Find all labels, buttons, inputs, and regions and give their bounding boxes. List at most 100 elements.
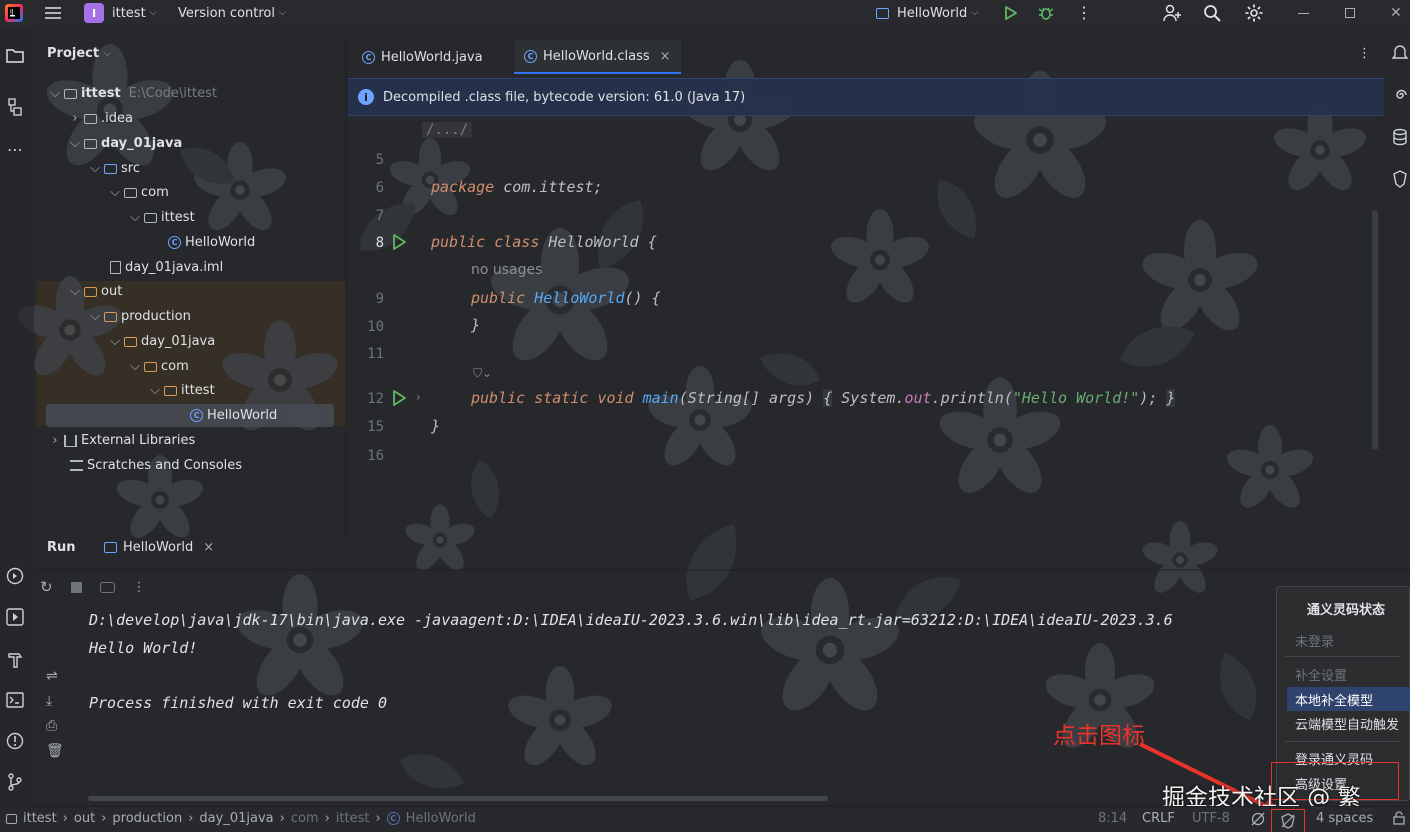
tree-node-label: ittest	[81, 86, 121, 101]
code-token: (String[] args)	[678, 389, 815, 407]
code-token: "Hello World!"	[1012, 389, 1140, 407]
breadcrumb-item[interactable]: production	[112, 811, 182, 826]
close-tab-icon[interactable]: ×	[660, 49, 671, 64]
code-token: }	[1166, 389, 1176, 407]
popup-item-local-model[interactable]: 本地补全模型	[1287, 687, 1410, 711]
tree-node-day01java-out[interactable]: ⌵ day_01java	[110, 330, 215, 353]
popup-item-cloud-trigger[interactable]: 云端模型自动触发	[1295, 714, 1399, 733]
notifications-button[interactable]	[1392, 44, 1408, 62]
print-icon[interactable]: ⎙	[46, 718, 64, 734]
run-tab-helloworld[interactable]: HelloWorld ×	[104, 540, 214, 555]
tree-node-helloworld-class-selected[interactable]: C HelloWorld	[46, 404, 334, 427]
tree-node-label: com	[141, 185, 169, 200]
maximize-icon	[1345, 8, 1355, 18]
more-vertical-icon[interactable]: ⋮	[133, 580, 146, 595]
fold-expand-icon[interactable]: ›	[416, 390, 421, 404]
java-class-icon: C	[524, 49, 537, 63]
tab-helloworld-class[interactable]: C HelloWorld.class ×	[514, 40, 681, 74]
scroll-to-end-icon[interactable]: ⤓	[46, 693, 64, 709]
tree-node-src[interactable]: ⌵ src	[90, 157, 140, 180]
run-button[interactable]	[1004, 4, 1018, 22]
close-window-button[interactable]: ✕	[1390, 4, 1402, 22]
console-h-scrollbar[interactable]	[88, 796, 828, 801]
tab-options-button[interactable]: ⋮	[1358, 46, 1371, 61]
breadcrumb-item[interactable]: day_01java	[199, 811, 273, 826]
stop-icon[interactable]	[70, 581, 82, 593]
code-token: public	[431, 233, 486, 251]
tree-node-ittest-package[interactable]: ⌵ ittest	[130, 206, 195, 229]
services-tool-button[interactable]	[4, 565, 26, 587]
code-token: static	[534, 389, 589, 407]
code-token: void	[597, 389, 634, 407]
close-tab-icon[interactable]: ×	[203, 540, 214, 555]
structure-tool-button[interactable]	[4, 96, 26, 118]
trash-icon[interactable]: 🗑	[46, 743, 64, 759]
tree-node-com-out[interactable]: ⌵ com	[130, 355, 189, 378]
tree-node-helloworld-source[interactable]: C HelloWorld	[168, 231, 255, 254]
run-panel-title[interactable]: Run	[47, 540, 76, 555]
run-tool-button[interactable]	[4, 606, 26, 628]
tree-node-scratches[interactable]: Scratches and Consoles	[70, 454, 242, 477]
main-menu-button[interactable]	[44, 4, 62, 22]
services-icon	[6, 567, 24, 585]
code-with-me-button[interactable]	[1162, 4, 1182, 22]
version-control-menu[interactable]: Version control ⌵	[178, 4, 286, 22]
tree-node-iml[interactable]: day_01java.iml	[110, 256, 223, 279]
caret-position[interactable]: 8:14	[1098, 811, 1127, 826]
folder-icon	[144, 362, 157, 372]
terminal-tool-button[interactable]	[4, 689, 26, 711]
folded-comment[interactable]: /.../	[422, 122, 473, 138]
tree-node-day01java-module[interactable]: ⌵ day_01java	[70, 132, 182, 155]
breadcrumb-item[interactable]: HelloWorld	[406, 811, 476, 826]
tab-label: HelloWorld.class	[543, 48, 650, 64]
lingma-inline-icon[interactable]: ⛉⌄	[473, 366, 492, 381]
tree-node-idea[interactable]: › .idea	[70, 107, 133, 130]
problems-tool-button[interactable]	[4, 730, 26, 752]
gutter-run-button[interactable]	[391, 233, 407, 251]
inlay-hint-usages[interactable]: no usages	[471, 262, 542, 278]
tab-helloworld-java[interactable]: C HelloWorld.java	[352, 40, 493, 74]
file-encoding[interactable]: UTF-8	[1192, 811, 1230, 826]
tree-node-out[interactable]: ⌵ out	[70, 280, 122, 303]
project-switcher[interactable]: I ittest ⌵	[84, 3, 157, 23]
breadcrumb-item[interactable]: ittest	[23, 811, 57, 826]
tree-node-ittest-out[interactable]: ⌵ ittest	[150, 379, 215, 402]
lock-icon[interactable]	[1392, 811, 1406, 825]
minimize-button[interactable]	[1298, 4, 1309, 22]
soft-wrap-icon[interactable]: ⇌	[46, 668, 64, 684]
settings-button[interactable]	[1244, 4, 1264, 22]
tree-node-label: ittest	[161, 210, 195, 225]
project-panel-header[interactable]: Project ⌵	[47, 46, 111, 61]
debug-button[interactable]	[1038, 4, 1054, 22]
gutter-run-main-button[interactable]	[391, 389, 407, 407]
tree-node-ittest-root[interactable]: ⌵ ittest E:\Code\ittest	[50, 82, 217, 105]
readonly-lock-icon[interactable]	[1250, 811, 1266, 827]
run-icon	[6, 608, 24, 626]
git-tool-button[interactable]	[4, 771, 26, 793]
breadcrumb-item[interactable]: out	[74, 811, 95, 826]
ai-assistant-button[interactable]	[1392, 86, 1408, 104]
tree-node-path: E:\Code\ittest	[128, 86, 217, 101]
run-config-selector[interactable]: HelloWorld ⌵	[876, 4, 978, 22]
database-button[interactable]	[1392, 128, 1408, 146]
indent-setting[interactable]: 4 spaces	[1316, 811, 1373, 826]
camera-icon[interactable]	[99, 581, 115, 593]
tree-node-com[interactable]: ⌵ com	[110, 181, 169, 204]
build-tool-button[interactable]	[4, 648, 26, 670]
maximize-button[interactable]	[1345, 4, 1355, 22]
tongyi-lingma-button[interactable]	[1392, 170, 1408, 188]
tree-node-external-libraries[interactable]: › External Libraries	[50, 429, 195, 452]
search-button[interactable]	[1203, 4, 1221, 22]
editor-scrollbar[interactable]	[1372, 210, 1378, 450]
more-tools-button[interactable]: ⋯	[4, 138, 26, 160]
lingma-status-button[interactable]	[1271, 809, 1305, 832]
tree-node-production[interactable]: ⌵ production	[90, 305, 191, 328]
chevron-right-icon: ›	[375, 811, 381, 826]
more-actions-button[interactable]: ⋮	[1076, 4, 1092, 22]
breadcrumb-item[interactable]: com	[291, 811, 319, 826]
folder-icon	[6, 49, 24, 63]
breadcrumb-item[interactable]: ittest	[336, 811, 370, 826]
rerun-icon[interactable]: ↻	[40, 578, 53, 596]
line-separator[interactable]: CRLF	[1142, 811, 1175, 826]
project-tool-button[interactable]	[4, 44, 26, 66]
